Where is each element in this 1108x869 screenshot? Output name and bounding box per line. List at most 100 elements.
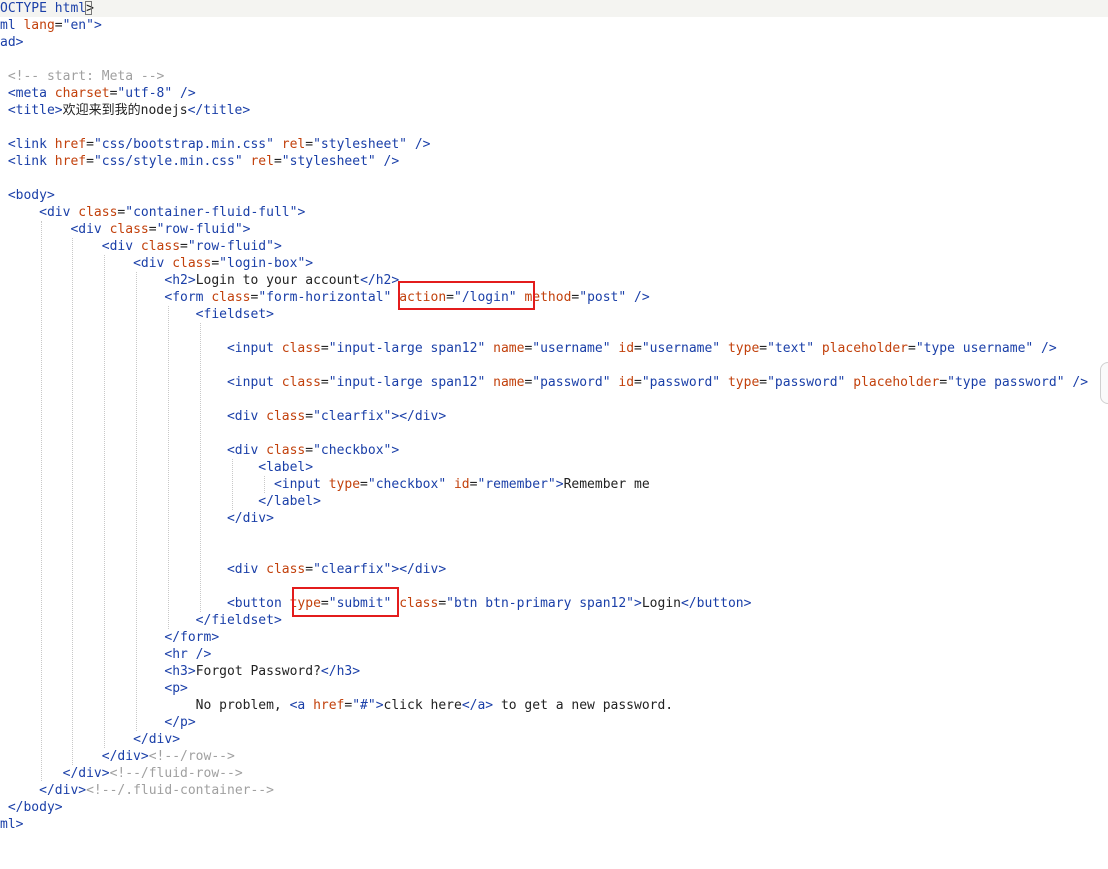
code-line: </div><!--/fluid-row--> xyxy=(0,765,1088,782)
code-line: <div class="row-fluid"> xyxy=(0,221,1088,238)
code-token: type xyxy=(328,477,361,492)
code-token: <body> xyxy=(0,188,55,203)
scrollbar-handle[interactable] xyxy=(1100,362,1108,404)
code-token: <div xyxy=(101,239,141,254)
code-token: <link xyxy=(0,137,55,152)
code-token: <p> xyxy=(164,681,188,696)
code-token: href xyxy=(54,154,87,169)
code-line: <div class="row-fluid"> xyxy=(0,238,1088,255)
code-token: </div> xyxy=(226,511,274,526)
code-line: <link href="css/style.min.css" rel="styl… xyxy=(0,153,1088,170)
code-token: type xyxy=(727,341,760,356)
code-token: = xyxy=(634,341,642,356)
code-token: href xyxy=(313,698,345,713)
code-text[interactable]: OCTYPE html> ml lang="en"> ad> <!-- start:… xyxy=(0,0,1088,833)
code-token: </div> xyxy=(101,749,149,764)
code-token: "password" xyxy=(532,375,611,390)
code-token: "#" xyxy=(352,698,376,713)
code-token: </form> xyxy=(164,630,220,645)
code-token: <div xyxy=(226,409,267,424)
code-token: </div> xyxy=(39,783,87,798)
code-token: rel xyxy=(250,154,274,169)
code-token: "type username" xyxy=(915,341,1034,356)
code-line: <body> xyxy=(0,187,1088,204)
code-line: <link href="css/bootstrap.min.css" rel="… xyxy=(0,136,1088,153)
code-token: rel xyxy=(281,137,306,152)
code-line: <input class="input-large span12" name="… xyxy=(0,340,1088,357)
code-token: > xyxy=(242,222,251,237)
code-line: </form> xyxy=(0,629,1088,646)
code-token: No problem, xyxy=(0,698,290,713)
code-token: "stylesheet" xyxy=(281,154,376,169)
code-line: <h3>Forgot Password?</h3> xyxy=(0,663,1088,680)
code-token: <form xyxy=(164,290,212,305)
code-token: "input-large span12" xyxy=(328,341,486,356)
code-token: "clearfix" xyxy=(313,409,392,424)
code-token: "checkbox" xyxy=(313,443,392,458)
code-token: </label> xyxy=(258,494,321,509)
code-token: /> xyxy=(375,154,400,169)
code-token: = xyxy=(438,596,447,611)
code-token: <title> xyxy=(0,103,63,118)
code-token: /> xyxy=(172,86,196,101)
code-token: placeholder xyxy=(853,375,940,390)
code-token: type xyxy=(727,375,760,390)
code-token: class xyxy=(399,596,439,611)
code-token: "text" xyxy=(767,341,815,356)
code-token: = xyxy=(86,154,94,169)
code-token: "container-fluid-full" xyxy=(125,205,298,220)
code-token: <h2> xyxy=(164,273,196,288)
code-token: "row-fluid" xyxy=(156,222,243,237)
code-token: class xyxy=(266,409,306,424)
code-token: class xyxy=(281,375,321,390)
code-token: "form-horizontal" xyxy=(258,290,392,305)
code-token: id xyxy=(618,341,635,356)
code-token: <div xyxy=(133,256,173,271)
code-token: > xyxy=(375,698,384,713)
code-token: "checkbox" xyxy=(367,477,447,492)
code-line: ad> xyxy=(0,34,1088,51)
code-line: </div><!--/.fluid-container--> xyxy=(0,782,1088,799)
code-token: <input xyxy=(273,477,329,492)
code-line: <button type="submit" class="btn btn-pri… xyxy=(0,595,1088,612)
code-token: </fieldset> xyxy=(195,613,282,628)
code-line: <h2>Login to your account</h2> xyxy=(0,272,1088,289)
code-token: "password" xyxy=(641,375,721,390)
code-token: class xyxy=(266,562,306,577)
code-token: class xyxy=(172,256,212,271)
code-token: name xyxy=(493,341,525,356)
code-token: </title> xyxy=(187,103,251,118)
code-token: = xyxy=(86,137,94,152)
code-token: <div xyxy=(226,443,267,458)
code-token: </h3> xyxy=(320,664,361,679)
code-token: id xyxy=(618,375,635,390)
code-token: = xyxy=(305,443,314,458)
code-line: <fieldset> xyxy=(0,306,1088,323)
code-token: <h3> xyxy=(164,664,196,679)
code-token: "username" xyxy=(641,341,721,356)
code-line: <title>欢迎来到我的nodejs</title> xyxy=(0,102,1088,119)
code-line: <label> xyxy=(0,459,1088,476)
code-editor[interactable]: OCTYPE html> ml lang="en"> ad> <!-- start:… xyxy=(0,0,1108,869)
code-token: "login-box" xyxy=(219,256,306,271)
code-token: "clearfix" xyxy=(313,562,392,577)
code-line: OCTYPE html> xyxy=(0,0,1088,17)
